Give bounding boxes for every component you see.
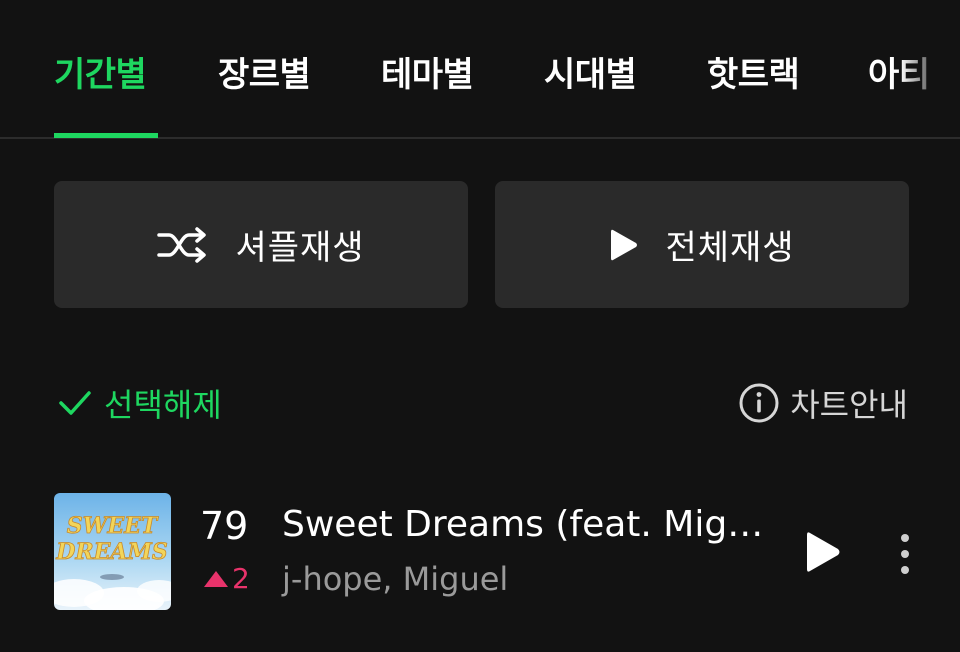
check-icon [58, 388, 92, 418]
svg-text:DREAMS: DREAMS [55, 539, 167, 565]
tab-by-genre[interactable]: 장르별 [218, 50, 311, 100]
chart-screen: 기간별 장르별 테마별 시대별 핫트랙 아티 셔플재생 전체재생 선택해제 차트… [0, 0, 960, 652]
active-tab-indicator [54, 133, 158, 138]
chart-info-label: 차트안내 [790, 386, 908, 424]
song-more-button[interactable] [890, 530, 920, 578]
svg-text:SWEET: SWEET [67, 513, 159, 539]
tab-by-theme[interactable]: 테마별 [381, 50, 474, 100]
info-icon [738, 382, 780, 424]
rank-change-value: 2 [232, 562, 250, 595]
tab-overflow-fade [900, 40, 960, 120]
tab-by-era[interactable]: 시대별 [544, 50, 637, 100]
tab-by-period[interactable]: 기간별 [54, 50, 147, 100]
chart-tab-bar: 기간별 장르별 테마별 시대별 핫트랙 아티 [0, 0, 960, 139]
rank-up-icon [204, 570, 228, 587]
tab-hot-track[interactable]: 핫트랙 [707, 50, 800, 100]
more-vertical-icon [901, 534, 909, 574]
song-title[interactable]: Sweet Dreams (feat. Miguel) [282, 504, 772, 545]
album-cover[interactable]: SWEET DREAMS [54, 493, 171, 610]
deselect-button[interactable]: 선택해제 [58, 378, 222, 428]
play-all-button[interactable]: 전체재생 [495, 181, 909, 308]
play-icon [609, 227, 639, 263]
song-artist[interactable]: j-hope, Miguel [282, 560, 508, 598]
song-play-button[interactable] [800, 528, 844, 576]
chart-info-button[interactable]: 차트안내 [738, 378, 908, 428]
song-row[interactable]: SWEET DREAMS 79 2 Sweet Dreams (feat. Mi… [0, 488, 960, 618]
deselect-label: 선택해제 [104, 386, 222, 424]
shuffle-play-button[interactable]: 셔플재생 [54, 181, 468, 308]
play-all-label: 전체재생 [665, 228, 795, 268]
selection-row: 선택해제 차트안내 [0, 378, 960, 428]
rank-change: 2 [204, 562, 250, 595]
play-icon [807, 532, 840, 572]
shuffle-icon [157, 226, 209, 263]
rank-number: 79 [200, 504, 249, 548]
shuffle-play-label: 셔플재생 [235, 228, 365, 268]
